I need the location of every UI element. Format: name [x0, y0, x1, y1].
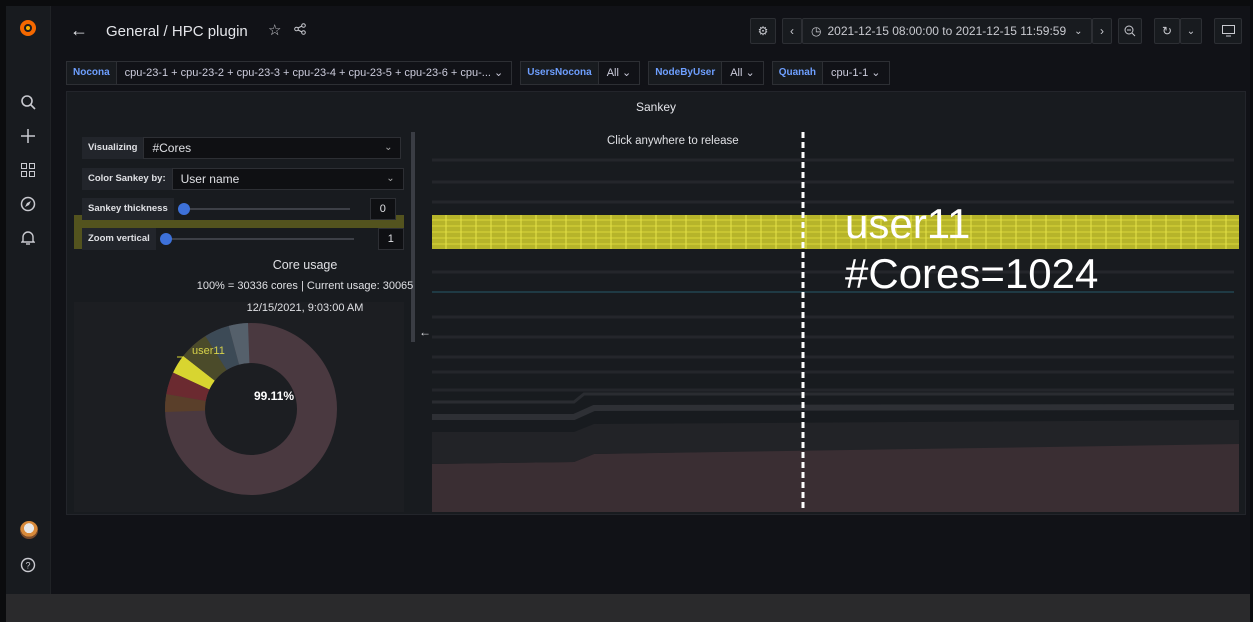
- refresh-interval-dropdown[interactable]: ⌄: [1180, 18, 1202, 44]
- visualizing-row: Visualizing #Cores ⌄: [82, 137, 402, 159]
- breadcrumb[interactable]: General / HPC plugin: [106, 23, 248, 40]
- var-usersnocona-label: UsersNocona: [520, 61, 599, 85]
- visualizing-select[interactable]: #Cores ⌄: [143, 137, 402, 159]
- pie-highlight-label: user11: [192, 345, 225, 357]
- time-shift-forward-button[interactable]: ›: [1092, 18, 1112, 44]
- pie-title: Core usage: [272, 258, 338, 272]
- sankey-thickness-slider[interactable]: [173, 198, 370, 220]
- dashboards-icon[interactable]: [16, 158, 40, 182]
- visualizing-value: #Cores: [152, 141, 192, 155]
- refresh-icon[interactable]: ↻: [1154, 18, 1180, 44]
- var-nodebyuser-select[interactable]: All ⌄: [722, 61, 764, 85]
- sidebar: ?: [6, 6, 51, 594]
- app-frame: ? ← General / HPC plugin ☆ ⚙ ‹ ◷ 2021-12…: [6, 6, 1250, 594]
- svg-text:←: ←: [419, 325, 431, 339]
- pie-subtitle: 100% = 30336 cores | Current usage: 3006…: [196, 280, 414, 292]
- pie-datetime: 12/15/2021, 9:03:00 AM: [246, 302, 364, 314]
- slider-handle[interactable]: [177, 203, 190, 215]
- sankey-panel: Sankey ← Click anywhere to release Visua…: [66, 91, 1246, 515]
- zoom-out-icon[interactable]: [1118, 18, 1142, 44]
- slider-handle[interactable]: [159, 233, 172, 245]
- back-arrow-icon[interactable]: ←: [70, 20, 88, 41]
- zoom-vertical-row: Zoom vertical 1: [82, 228, 404, 250]
- color-sankey-row: Color Sankey by: User name ⌄: [82, 168, 404, 190]
- tooltip-metric: #Cores=1024: [845, 250, 1099, 297]
- bottom-bar: [6, 594, 1250, 622]
- pie-center-value: 99.11%: [253, 389, 295, 403]
- chevron-down-icon: ⌄: [386, 173, 395, 184]
- panel-title[interactable]: Sankey: [67, 100, 1245, 114]
- help-icon[interactable]: ?: [16, 553, 40, 577]
- color-sankey-select[interactable]: User name ⌄: [171, 168, 404, 190]
- time-range-text: 2021-12-15 08:00:00 to 2021-12-15 11:59:…: [827, 24, 1067, 38]
- search-icon[interactable]: [16, 90, 40, 114]
- var-quanah-label: Quanah: [771, 61, 823, 85]
- var-nocona-label: Nocona: [66, 61, 117, 85]
- sankey-thickness-label: Sankey thickness: [82, 198, 174, 220]
- var-nodebyuser-label: NodeByUser: [648, 61, 723, 85]
- chevron-down-icon: ⌄: [1074, 25, 1083, 37]
- alerting-bell-icon[interactable]: [16, 226, 40, 250]
- sankey-thickness-row: Sankey thickness 0: [82, 198, 396, 220]
- explore-compass-icon[interactable]: [16, 192, 40, 216]
- zoom-vertical-label: Zoom vertical: [82, 228, 156, 250]
- share-icon[interactable]: [294, 22, 306, 38]
- grafana-logo-icon[interactable]: [16, 16, 40, 40]
- user-avatar[interactable]: [20, 521, 38, 539]
- var-quanah-select[interactable]: cpu-1-1 ⌄: [822, 61, 890, 85]
- svg-text:?: ?: [25, 561, 30, 571]
- zoom-vertical-slider[interactable]: [155, 228, 378, 250]
- zoom-vertical-input[interactable]: 1: [377, 228, 404, 250]
- plus-icon[interactable]: [16, 124, 40, 148]
- chevron-down-icon: ⌄: [384, 142, 393, 153]
- var-usersnocona-select[interactable]: All ⌄: [598, 61, 641, 85]
- star-icon[interactable]: ☆: [268, 21, 281, 39]
- release-hint: Click anywhere to release: [607, 135, 739, 147]
- settings-gear-icon[interactable]: ⚙: [750, 18, 776, 44]
- tv-mode-icon[interactable]: [1214, 18, 1242, 44]
- variables-row: Nocona cpu-23-1 + cpu-23-2 + cpu-23-3 + …: [66, 60, 898, 86]
- tooltip-user: user11: [845, 200, 971, 247]
- color-sankey-label: Color Sankey by:: [82, 168, 172, 190]
- color-sankey-value: User name: [180, 172, 240, 186]
- sankey-thickness-input[interactable]: 0: [369, 198, 396, 220]
- var-nocona-select[interactable]: cpu-23-1 + cpu-23-2 + cpu-23-3 + cpu-23-…: [116, 61, 513, 85]
- time-range-picker[interactable]: ◷ 2021-12-15 08:00:00 to 2021-12-15 11:5…: [802, 18, 1092, 44]
- clock-icon: ◷: [811, 24, 822, 38]
- top-navbar: ← General / HPC plugin ☆ ⚙ ‹ ◷ 2021-12-1…: [50, 6, 1250, 60]
- time-shift-back-button[interactable]: ‹: [782, 18, 802, 44]
- visualizing-label: Visualizing: [82, 137, 144, 159]
